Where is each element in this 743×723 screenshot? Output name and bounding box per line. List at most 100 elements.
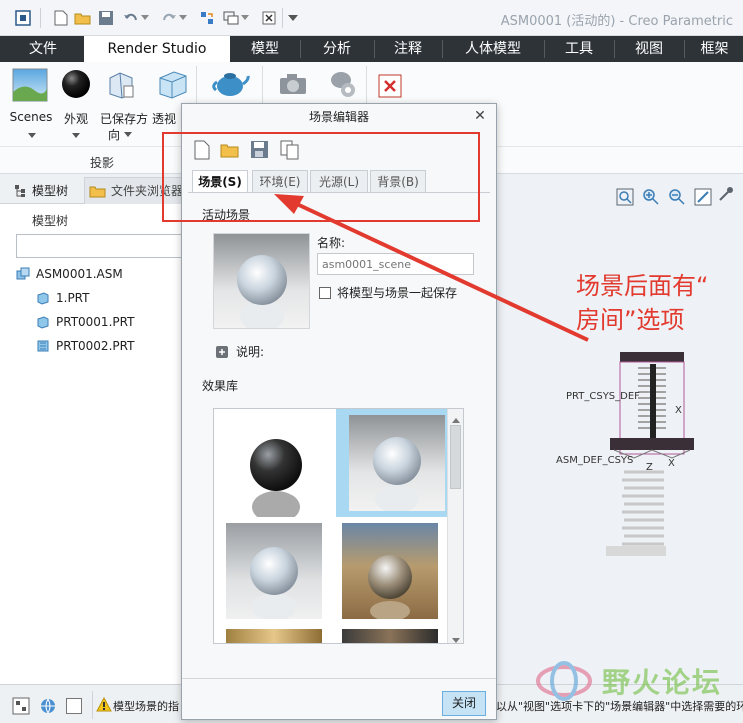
zoom-out-icon[interactable] bbox=[666, 186, 688, 208]
separator bbox=[442, 40, 443, 58]
library-thumb-desert[interactable] bbox=[342, 523, 438, 621]
windows-dropdown-icon[interactable] bbox=[240, 9, 250, 27]
saved-orientations-line2: 向 bbox=[108, 126, 133, 143]
csys-label-part: PRT_CSYS_DEF bbox=[566, 391, 640, 402]
saved-orientations-dropdown-icon[interactable] bbox=[124, 131, 133, 138]
fullscreen-toggle[interactable] bbox=[66, 698, 82, 714]
app-icon[interactable] bbox=[14, 9, 32, 27]
tab-analysis[interactable]: 分析 bbox=[302, 36, 372, 62]
globe-link-icon[interactable] bbox=[38, 697, 58, 715]
library-thumb-grey-room[interactable] bbox=[226, 523, 322, 621]
model-tree-filter-input[interactable] bbox=[16, 234, 182, 258]
scroll-down-icon[interactable] bbox=[452, 633, 460, 643]
navigator-tabs: 模型树 文件夹浏览器 bbox=[0, 174, 186, 204]
perspective-icon[interactable] bbox=[156, 68, 188, 100]
tab-model[interactable]: 模型 bbox=[232, 36, 298, 62]
library-thumb-selected-image bbox=[349, 415, 445, 513]
library-thumb-dark[interactable] bbox=[342, 629, 438, 643]
tab-model-tree[interactable]: 模型树 bbox=[14, 182, 68, 199]
spin-center-icon[interactable] bbox=[718, 186, 736, 208]
csys-label-assembly: ASM_DEF_CSYS bbox=[556, 455, 634, 466]
axis-label-x-2: X bbox=[668, 458, 675, 469]
appearance-sphere-icon[interactable] bbox=[60, 68, 92, 100]
library-thumb-warm[interactable] bbox=[226, 629, 322, 643]
saved-orientations-icon[interactable] bbox=[106, 70, 136, 100]
library-thumb-selected[interactable] bbox=[336, 409, 458, 517]
close-render-icon[interactable] bbox=[378, 74, 402, 98]
tab-manikin[interactable]: 人体模型 bbox=[444, 36, 542, 62]
part-icon bbox=[37, 316, 49, 329]
zoom-in-icon[interactable] bbox=[640, 186, 662, 208]
description-expander[interactable]: 说明: bbox=[216, 343, 264, 360]
separator bbox=[182, 678, 496, 679]
part-icon bbox=[37, 292, 49, 305]
ribbon-group-label: 投影 bbox=[90, 156, 115, 170]
tree-item-part[interactable]: PRT0001.PRT bbox=[36, 312, 134, 332]
view-toolbar bbox=[614, 184, 743, 210]
separator bbox=[92, 691, 93, 719]
selection-filter-icon[interactable] bbox=[12, 697, 30, 715]
watermark-text: 野火论坛 bbox=[602, 666, 723, 699]
forum-watermark: 野火论坛 bbox=[534, 660, 743, 702]
new-file-icon[interactable] bbox=[52, 9, 70, 27]
tree-item-part[interactable]: 1.PRT bbox=[36, 288, 89, 308]
appearance-dropdown-icon[interactable] bbox=[72, 128, 80, 142]
regenerate-icon[interactable] bbox=[198, 9, 216, 27]
undo-dropdown-icon[interactable] bbox=[140, 9, 150, 27]
tree-item-assembly[interactable]: ASM0001.ASM bbox=[16, 264, 123, 284]
part-with-feature-icon bbox=[37, 340, 49, 352]
tab-render-studio[interactable]: Render Studio bbox=[84, 36, 230, 62]
scenes-button[interactable]: Scenes bbox=[8, 110, 54, 124]
customize-toolbar-icon[interactable] bbox=[286, 9, 300, 27]
open-folder-icon[interactable] bbox=[74, 9, 92, 27]
undo-icon[interactable] bbox=[122, 9, 140, 27]
library-thumb-black-sphere[interactable] bbox=[218, 413, 334, 523]
status-message: 模型场景的指 bbox=[113, 700, 179, 713]
scenes-dropdown-icon[interactable] bbox=[28, 128, 36, 142]
close-button[interactable]: 关闭 bbox=[442, 691, 486, 716]
library-scrollbar[interactable] bbox=[447, 409, 463, 643]
scroll-thumb[interactable] bbox=[450, 425, 461, 489]
tab-view[interactable]: 视图 bbox=[616, 36, 682, 62]
zoom-fit-icon[interactable] bbox=[614, 186, 636, 208]
separator bbox=[300, 40, 301, 58]
watermark-logo bbox=[536, 661, 592, 701]
annotation-line-2: 房间”选项 bbox=[576, 306, 685, 334]
separator bbox=[684, 40, 685, 58]
separator bbox=[374, 40, 375, 58]
scenes-icon[interactable] bbox=[12, 68, 48, 102]
windows-icon[interactable] bbox=[222, 9, 240, 27]
tab-framework[interactable]: 框架 bbox=[686, 36, 743, 62]
tab-tools[interactable]: 工具 bbox=[546, 36, 612, 62]
saved-orientations-button[interactable]: 已保存方 bbox=[96, 110, 152, 127]
camera-icon[interactable] bbox=[278, 70, 308, 98]
perspective-button[interactable]: 透视 bbox=[152, 110, 184, 127]
separator bbox=[614, 40, 615, 58]
model-tree-icon bbox=[15, 184, 25, 197]
folder-browser-icon bbox=[89, 186, 106, 197]
expand-plus-icon bbox=[216, 345, 228, 358]
appearance-button[interactable]: 外观 bbox=[58, 110, 94, 127]
close-window-icon[interactable] bbox=[260, 9, 278, 27]
render-teapot-icon[interactable] bbox=[210, 66, 250, 98]
tab-annotate[interactable]: 注释 bbox=[376, 36, 440, 62]
repaint-icon[interactable] bbox=[692, 186, 714, 208]
annotation-line-1: 场景后面有“ bbox=[576, 272, 709, 300]
annotation-arrow bbox=[274, 194, 589, 342]
window-title: ASM0001 (活动的) - Creo Parametric bbox=[500, 14, 733, 29]
tab-file[interactable]: 文件 bbox=[4, 36, 82, 62]
axis-label-z: Z bbox=[646, 462, 653, 473]
dialog-close-icon[interactable]: ✕ bbox=[472, 108, 488, 124]
model-tree-heading: 模型树 bbox=[32, 214, 69, 228]
redo-dropdown-icon[interactable] bbox=[178, 9, 188, 27]
save-icon[interactable] bbox=[97, 9, 115, 27]
assembly-icon bbox=[16, 267, 30, 280]
tab-model-tree-label: 模型树 bbox=[32, 184, 69, 198]
scene-library bbox=[213, 408, 464, 644]
teapot-settings-icon[interactable] bbox=[326, 66, 358, 100]
tree-item-label: PRT0001.PRT bbox=[56, 315, 135, 329]
tree-item-label: PRT0002.PRT bbox=[56, 339, 135, 353]
redo-icon[interactable] bbox=[160, 9, 178, 27]
saved-orientations-label-2: 向 bbox=[108, 128, 121, 142]
tree-item-part[interactable]: PRT0002.PRT bbox=[36, 336, 134, 356]
